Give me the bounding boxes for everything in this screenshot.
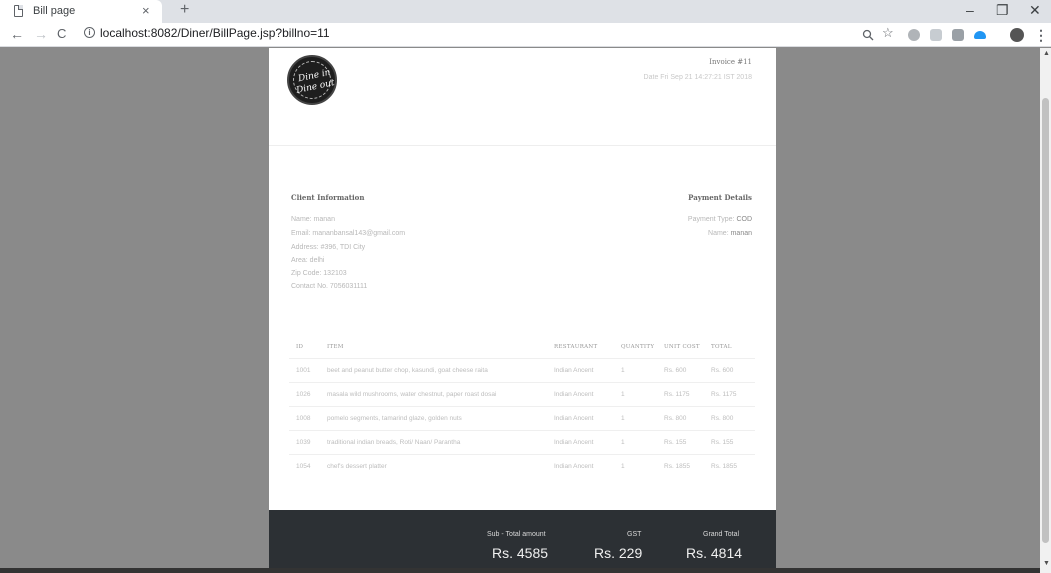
cell-item: beet and peanut butter chop, kasundi, go…: [327, 367, 488, 374]
payment-name: Name: manan: [708, 230, 752, 237]
client-area: Area: delhi: [291, 257, 325, 264]
grand-total-value: Rs. 4814: [686, 545, 743, 561]
cell-id: 1026: [296, 391, 311, 398]
cell-restaurant: Indian Ancent: [554, 367, 594, 374]
minimize-button[interactable]: –: [966, 2, 974, 18]
cell-total: Rs. 600: [711, 367, 734, 374]
table-row: 1008 pomelo segments, tamarind glaze, go…: [289, 406, 755, 430]
table-row: 1026 masala wild mushrooms, water chestn…: [289, 382, 755, 406]
cell-quantity: 1: [621, 439, 625, 446]
cell-quantity: 1: [621, 463, 625, 470]
subtotal-value: Rs. 4585: [492, 545, 549, 561]
restaurant-logo: Dine in Dine out: [287, 55, 337, 105]
tab-title: Bill page: [33, 5, 76, 17]
cell-quantity: 1: [621, 415, 625, 422]
cell-item: chef's dessert platter: [327, 463, 387, 470]
cell-id: 1054: [296, 463, 311, 470]
table-row: 1039 traditional indian breads, Roti/ Na…: [289, 430, 755, 454]
close-window-button[interactable]: ✕: [1029, 2, 1041, 19]
new-tab-button[interactable]: +: [180, 1, 189, 19]
client-contact: Contact No. 7056031111: [291, 283, 368, 290]
bookmark-star-icon[interactable]: ☆: [882, 26, 894, 39]
cell-total: Rs. 1175: [711, 391, 737, 398]
cloud-icon[interactable]: [974, 31, 986, 39]
vertical-scrollbar[interactable]: ▲ ▼: [1040, 48, 1051, 573]
col-header-id: ID: [296, 344, 304, 350]
avatar[interactable]: [1010, 28, 1024, 42]
forward-button[interactable]: →: [34, 26, 48, 42]
cell-item: masala wild mushrooms, water chestnut, p…: [327, 391, 497, 398]
tab-strip: Bill page × + – ❐ ✕: [0, 0, 1051, 23]
table-row: 1001 beet and peanut butter chop, kasund…: [289, 358, 755, 382]
scrollbar-thumb[interactable]: [1042, 98, 1049, 543]
info-icon[interactable]: i: [84, 27, 95, 38]
cell-quantity: 1: [621, 391, 625, 398]
zoom-icon[interactable]: [862, 29, 874, 41]
cell-unit-cost: Rs. 1175: [664, 391, 690, 398]
cell-restaurant: Indian Ancent: [554, 391, 594, 398]
cell-item: pomelo segments, tamarind glaze, golden …: [327, 415, 462, 422]
tab-bill-page[interactable]: Bill page ×: [0, 0, 162, 23]
invoice-number: Invoice #11: [709, 58, 752, 66]
invoice-date: Date Fri Sep 21 14:27:21 IST 2018: [643, 74, 752, 81]
col-header-restaurant: RESTAURANT: [554, 344, 598, 350]
extension-icon[interactable]: [908, 29, 920, 41]
cell-quantity: 1: [621, 367, 625, 374]
cell-total: Rs. 155: [711, 439, 734, 446]
gst-label: GST: [627, 531, 642, 538]
grand-total-label: Grand Total: [703, 531, 740, 538]
col-header-item: ITEM: [327, 344, 344, 350]
invoice-card: Dine in Dine out Invoice #11 Date Fri Se…: [269, 48, 776, 573]
col-header-total: TOTAL: [711, 344, 732, 350]
cell-unit-cost: Rs. 1855: [664, 463, 691, 470]
menu-icon[interactable]: ⋮: [1034, 27, 1048, 44]
payment-details-title: Payment Details: [688, 193, 752, 202]
extension-icon[interactable]: [930, 29, 942, 41]
scroll-down-icon[interactable]: ▼: [1043, 560, 1050, 567]
table-row: 1054 chef's dessert platter Indian Ancen…: [289, 454, 755, 478]
maximize-button[interactable]: ❐: [996, 2, 1009, 19]
cell-restaurant: Indian Ancent: [554, 415, 594, 422]
totals-footer: Sub - Total amount Rs. 4585 GST Rs. 229 …: [269, 510, 776, 573]
browser-toolbar: ← → C i localhost:8082/Diner/BillPage.js…: [0, 23, 1051, 47]
subtotal-label: Sub - Total amount: [487, 531, 546, 538]
cell-total: Rs. 800: [711, 415, 734, 422]
cell-id: 1039: [296, 439, 311, 446]
page-viewport: Dine in Dine out Invoice #11 Date Fri Se…: [0, 48, 1040, 573]
camera-icon[interactable]: [952, 29, 964, 41]
client-email: Email: mananbansal143@gmail.com: [291, 230, 406, 237]
taskbar-strip: [0, 568, 1040, 573]
tab-close-icon[interactable]: ×: [142, 3, 150, 18]
cell-id: 1008: [296, 415, 311, 422]
cell-item: traditional indian breads, Roti/ Naan/ P…: [327, 439, 461, 446]
cell-total: Rs. 1855: [711, 463, 738, 470]
gst-value: Rs. 229: [594, 545, 643, 561]
cell-unit-cost: Rs. 800: [664, 415, 687, 422]
client-name: Name: manan: [291, 216, 335, 223]
scroll-up-icon[interactable]: ▲: [1043, 50, 1050, 57]
header-divider: [269, 145, 776, 146]
back-button[interactable]: ←: [10, 26, 24, 42]
reload-button[interactable]: C: [57, 26, 66, 41]
client-info-title: Client Information: [291, 193, 365, 202]
address-bar[interactable]: i localhost:8082/Diner/BillPage.jsp?bill…: [80, 25, 840, 44]
client-zip: Zip Code: 132103: [291, 270, 347, 277]
url-text[interactable]: localhost:8082/Diner/BillPage.jsp?billno…: [100, 26, 330, 40]
page-icon: [14, 5, 23, 17]
cell-restaurant: Indian Ancent: [554, 439, 594, 446]
cell-unit-cost: Rs. 155: [664, 439, 687, 446]
col-header-unit-cost: UNIT COST: [664, 344, 700, 350]
payment-type: Payment Type: COD: [687, 216, 752, 223]
cell-unit-cost: Rs. 600: [664, 367, 687, 374]
col-header-quantity: QUANTITY: [621, 344, 655, 350]
cell-restaurant: Indian Ancent: [554, 463, 594, 470]
client-address: Address: #396, TDI City: [291, 244, 366, 251]
cell-id: 1001: [296, 367, 311, 374]
